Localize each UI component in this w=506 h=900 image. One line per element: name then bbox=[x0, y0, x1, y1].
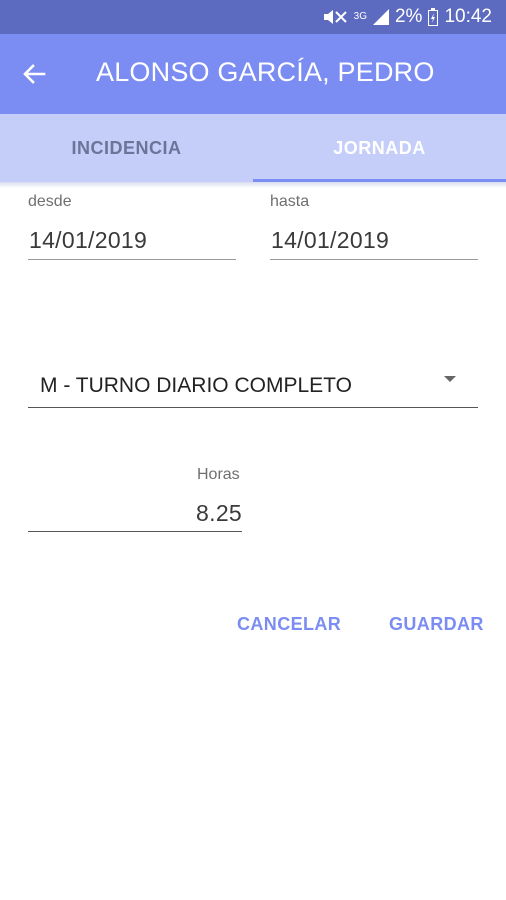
tab-jornada-label: JORNADA bbox=[333, 137, 426, 158]
horas-field[interactable]: 8.25 bbox=[28, 500, 242, 527]
battery-charging-icon bbox=[428, 8, 439, 26]
back-button[interactable] bbox=[20, 60, 48, 88]
signal-icon bbox=[372, 9, 389, 25]
cancel-button[interactable]: CANCELAR bbox=[237, 614, 341, 635]
tab-incidencia[interactable]: INCIDENCIA bbox=[0, 114, 253, 182]
desde-field[interactable]: 14/01/2019 bbox=[29, 227, 147, 254]
save-button[interactable]: GUARDAR bbox=[389, 614, 484, 635]
desde-label: desde bbox=[28, 193, 72, 210]
tab-shadow bbox=[0, 182, 506, 188]
page-title: ALONSO GARCÍA, PEDRO bbox=[96, 57, 435, 87]
hasta-underline bbox=[270, 259, 478, 260]
network-type-icon: 3G bbox=[353, 11, 367, 22]
desde-underline bbox=[28, 259, 236, 260]
dropdown-arrow-icon bbox=[444, 376, 456, 382]
app-bar: ALONSO GARCÍA, PEDRO bbox=[0, 34, 506, 114]
horas-label: Horas bbox=[197, 466, 240, 483]
battery-percentage: 2% bbox=[394, 6, 423, 27]
status-icons: 3G 2% 10:42 bbox=[322, 0, 492, 34]
status-bar: 3G 2% 10:42 bbox=[0, 0, 506, 34]
turno-dropdown-value: M - TURNO DIARIO COMPLETO bbox=[40, 374, 352, 397]
horas-underline bbox=[28, 531, 242, 532]
turno-underline bbox=[28, 407, 478, 408]
tab-bar: INCIDENCIA JORNADA bbox=[0, 114, 506, 182]
hasta-label: hasta bbox=[270, 193, 310, 210]
hasta-field[interactable]: 14/01/2019 bbox=[271, 227, 389, 254]
tab-jornada[interactable]: JORNADA bbox=[253, 114, 506, 182]
status-time: 10:42 bbox=[444, 6, 492, 27]
arrow-left-icon bbox=[23, 64, 46, 84]
mute-icon bbox=[322, 8, 348, 26]
